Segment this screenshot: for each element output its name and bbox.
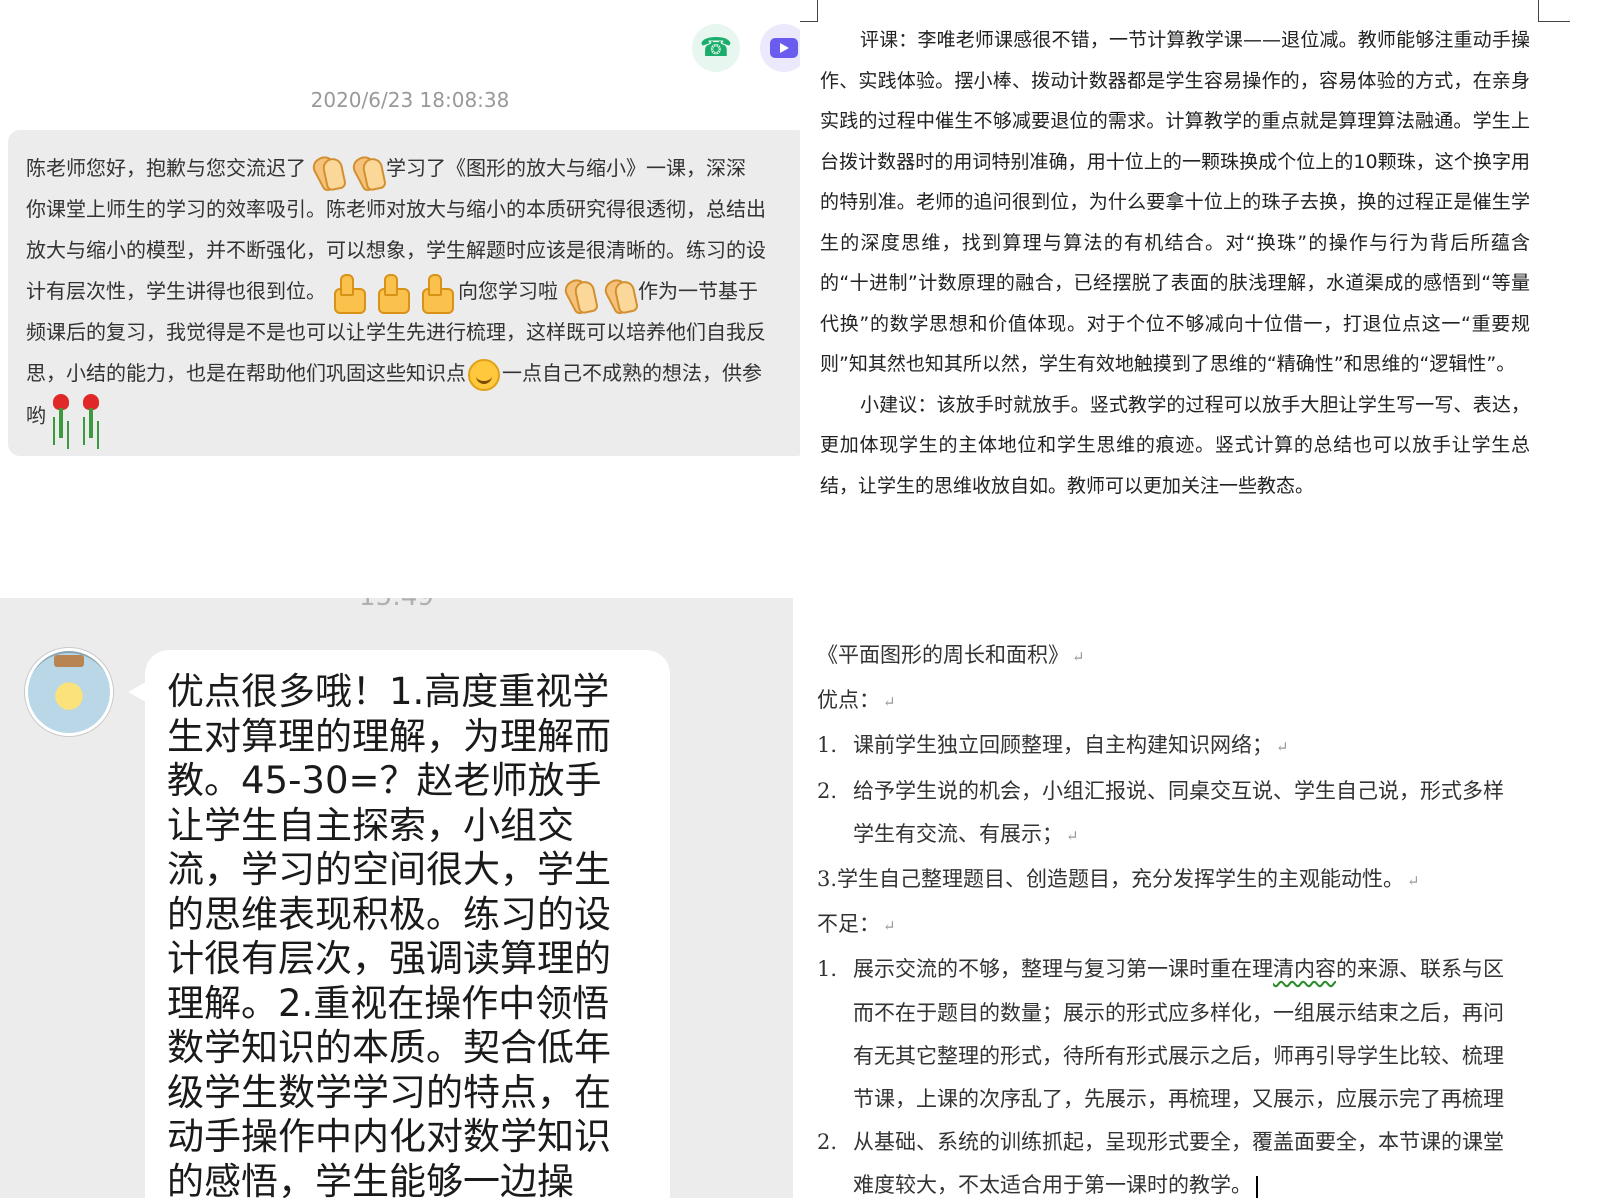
list-item: 1. 展示交流的不够，整理与复习第一课时重在理清内容的来源、联系与区: [817, 957, 1504, 982]
list-item: 2. 给予学生说的机会，小组汇报说、同桌交互说、学生自己说，形式多样: [817, 778, 1504, 803]
doc-title: 《平面图形的周长和面积》 ↵: [817, 643, 1085, 667]
message-line: 计有层次性，学生讲得也很到位。 向您学习啦 作为一节基于: [26, 271, 800, 314]
message-line: 级学生数学学习的特点，在: [167, 1070, 611, 1114]
message-text: 哟: [26, 403, 46, 428]
clap-hands-icon: [308, 152, 344, 188]
list-item: 1. 课前学生独立回顾整理，自主构建知识网络； ↵: [817, 733, 1289, 758]
bubble-tail: [128, 682, 146, 702]
message-bubble[interactable]: 优点很多哦！1.高度重视学 生对算理的理解，为理解而 教。45-30=？赵老师放手让…: [145, 650, 670, 1198]
message-line: 哟: [26, 394, 800, 440]
phone-icon: ☎: [699, 33, 733, 63]
message-line: 动手操作中内化对数学知识: [167, 1115, 611, 1158]
message-line: 理解。2.重视在操作中领悟: [167, 981, 610, 1025]
message-timestamp: 2020/6/23 18:08:38: [310, 88, 510, 112]
message-line: 流，学习的空间很大，学生: [167, 848, 611, 891]
message-text: 陈老师您好，抱歉与您交流迟了: [26, 156, 306, 180]
list-item-continuation: 难度较大，不太适合用于第一课时的教学。: [817, 1164, 1600, 1198]
message-text: 一点自己不成熟的想法，供参: [502, 361, 762, 385]
list-item-continuation: 学生有交流、有展示； ↵: [853, 821, 1079, 846]
message-text: 思，小结的能力，也是在帮助他们巩固这些知识点: [26, 361, 466, 385]
message-line: 放大与缩小的模型，并不断强化，可以想象，学生解题时应该是很清晰的。练习的设: [26, 230, 800, 271]
thumbs-up-icon: [416, 273, 456, 314]
rose-icon: [78, 394, 104, 440]
list-item-continuation: 节课，上课的次序乱了，先展示，再梳理，又展示，应展示完了再梳理: [853, 1087, 1504, 1112]
list-item-continuation: 而不在于题目的数量；展示的形式应多样化，一组展示结束之后，再问: [853, 1000, 1504, 1025]
message-line: 教。45-30=？赵老师放手: [167, 759, 602, 802]
review-paragraph: 评课：李唯老师课感很不错，一节计算教学课——退位减。教师能够注重动手操作、实践体…: [820, 29, 1530, 375]
message-line: 思，小结的能力，也是在帮助他们巩固这些知识点 一点自己不成熟的想法，供参: [26, 353, 800, 394]
message-text: 作为一节基于: [638, 279, 758, 303]
message-line: 计很有层次，强调读算理的: [167, 937, 611, 980]
crop-mark-right: [1538, 0, 1570, 22]
chat-panel-top-left: ☎ 2020/6/23 18:08:38 陈老师您好，抱歉与您交流迟了 学习了《图…: [0, 0, 800, 598]
document-panel-top-right: 评课：李唯老师课感很不错，一节计算教学课——退位减。教师能够注重动手操作、实践体…: [800, 0, 1600, 598]
list-item-continuation: 有无其它整理的形式，待所有形式展示之后，师再引导学生比较、梳理: [853, 1043, 1504, 1068]
message-text: 学习了《图形的放大与缩小》一课，深深: [386, 156, 746, 180]
message-text: 向您学习啦: [458, 279, 558, 303]
message-text: 计有层次性，学生讲得也很到位。: [26, 279, 326, 303]
message-bubble[interactable]: 陈老师您好，抱歉与您交流迟了 学习了《图形的放大与缩小》一课，深深你课堂上师生的学…: [8, 130, 800, 456]
voice-call-button[interactable]: ☎: [692, 24, 740, 72]
message-line: 数学知识的本质。契合低年: [167, 1026, 611, 1069]
video-call-button[interactable]: [760, 24, 800, 72]
message-line: 的思维表现积极。练习的设: [167, 892, 611, 936]
pikachu-jar-avatar[interactable]: [25, 648, 113, 736]
message-line: 你课堂上师生的学习的效率吸引。陈老师对放大与缩小的本质研究得很透彻，总结出: [26, 189, 800, 230]
smile-icon: [468, 358, 500, 391]
clap-hands-icon: [560, 275, 596, 311]
spellcheck-underline[interactable]: 清内容: [1273, 957, 1336, 981]
crop-mark-left: [800, 0, 818, 22]
message-line: 的感悟，学生能够一边操: [167, 1159, 574, 1198]
message-line: 生对算理的理解，为理解而: [167, 714, 611, 758]
list-item: 3.学生自己整理题目、创造题目，充分发挥学生的主观能动性。 ↵: [817, 867, 1420, 892]
message-line: 让学生自主探索，小组交: [167, 803, 574, 847]
document-body: 《平面图形的周长和面积》 ↵ 优点： ↵ 1. 课前学生独立回顾整理，自主构建知识网络…: [817, 634, 1600, 1198]
message-text: 你课堂上师生的学习的效率吸引。陈老师对放大与缩小的本质研究得很透彻，总结出: [26, 197, 766, 221]
thumbs-up-icon: [328, 273, 368, 314]
clap-hands-icon: [600, 275, 636, 311]
message-text: 频课后的复习，我觉得是不是也可以让学生先进行梳理，这样既可以培养他们自我反: [26, 320, 766, 344]
document-body: 评课：李唯老师课感很不错，一节计算教学课——退位减。教师能够注重动手操作、实践体…: [820, 20, 1530, 506]
document-panel-bottom-right: 《平面图形的周长和面积》 ↵ 优点： ↵ 1. 课前学生独立回顾整理，自主构建知识网络…: [793, 598, 1600, 1198]
message-line: 陈老师您好，抱歉与您交流迟了 学习了《图形的放大与缩小》一课，深深: [26, 148, 800, 189]
message-line: 优点很多哦！1.高度重视学: [167, 670, 610, 713]
text-cursor[interactable]: [1256, 1175, 1258, 1198]
message-line: 频课后的复习，我觉得是不是也可以让学生先进行梳理，这样既可以培养他们自我反: [26, 312, 800, 353]
list-item: 2. 从基础、系统的训练抓起，呈现形式要全，覆盖面要全，本节课的课堂: [817, 1130, 1504, 1155]
rose-icon: [48, 394, 74, 440]
chat-panel-bottom-left: 15:49 优点很多哦！1.高度重视学生对算理的理解，为理解而教。45-30=？…: [0, 598, 793, 1198]
suggestion-paragraph: 小建议：该放手时就放手。竖式教学的过程可以放手大胆让学生写一写、表达，更加体现学…: [820, 393, 1530, 497]
message-timestamp: 15:49: [0, 598, 793, 612]
video-call-icon: [770, 38, 798, 58]
shortcomings-label: 不足： ↵: [817, 912, 896, 937]
thumbs-up-icon: [372, 273, 412, 314]
clap-hands-icon: [348, 152, 384, 188]
message-text: 放大与缩小的模型，并不断强化，可以想象，学生解题时应该是很清晰的。练习的设: [26, 238, 766, 262]
advantages-label: 优点： ↵: [817, 688, 896, 713]
